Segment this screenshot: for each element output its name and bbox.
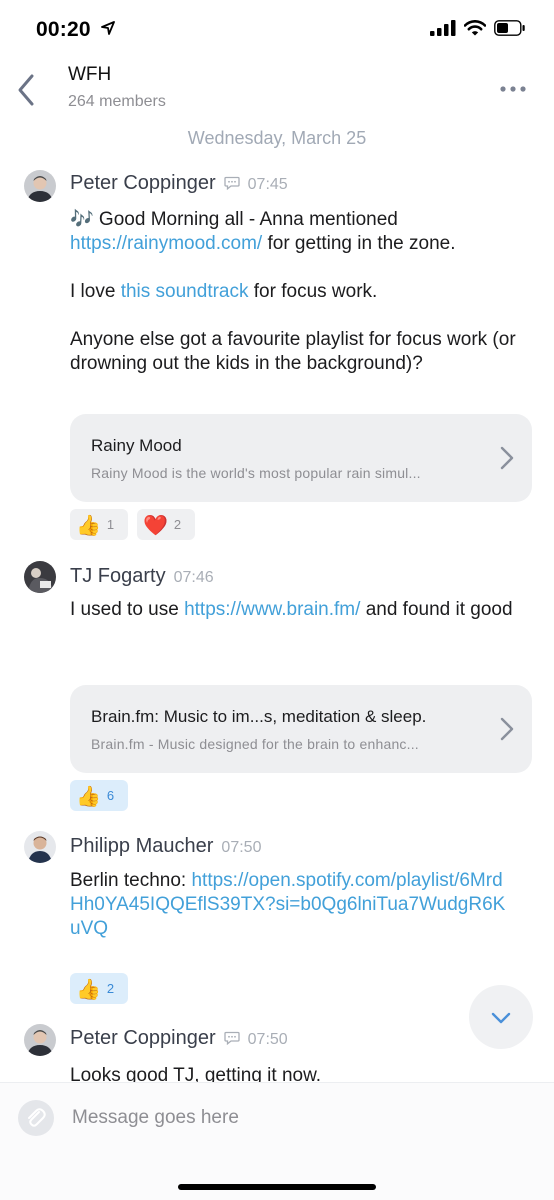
wifi-icon [464, 20, 486, 36]
preview-description: Brain.fm - Music designed for the brain … [91, 736, 419, 752]
message-time: 07:46 [173, 569, 214, 586]
cellular-signal-icon [430, 20, 456, 36]
message-paragraph: I love this soundtrack for focus work. [70, 280, 540, 304]
message-time: 07:50 [221, 839, 262, 856]
thumbs-up-icon: 👍 [76, 976, 101, 1001]
link-preview-card[interactable]: Rainy Mood Rainy Mood is the world's mos… [70, 414, 532, 502]
message-composer [0, 1082, 554, 1200]
message-header: TJ Fogarty 07:46 [70, 565, 214, 588]
reactions-row: 👍 2 [70, 973, 128, 1004]
message-text: 🎶 Good Morning all - Anna mentioned http… [70, 208, 540, 376]
speech-bubble-icon [224, 1031, 240, 1045]
reaction-heart[interactable]: ❤️ 2 [137, 509, 195, 540]
author-name[interactable]: TJ Fogarty [70, 565, 166, 588]
text-fragment: I love [70, 281, 121, 302]
thumbs-up-icon: 👍 [76, 783, 101, 808]
avatar[interactable] [24, 831, 56, 863]
message-input[interactable] [72, 1101, 512, 1135]
avatar[interactable] [24, 170, 56, 202]
chevron-right-icon [500, 446, 514, 470]
battery-icon [494, 20, 525, 36]
message-header: Peter Coppinger 07:45 [70, 172, 288, 195]
chat-header: WFH 264 members [0, 58, 554, 122]
member-count[interactable]: 264 members [68, 93, 166, 111]
message-paragraph: 🎶 Good Morning all - Anna mentioned http… [70, 208, 540, 256]
preview-title: Rainy Mood [91, 436, 182, 455]
group-title[interactable]: WFH [68, 64, 111, 86]
text-fragment: for getting in the zone. [262, 233, 456, 254]
reaction-count: 1 [106, 517, 115, 532]
author-name[interactable]: Philipp Maucher [70, 835, 213, 858]
reaction-thumbs-up[interactable]: 👍 6 [70, 780, 128, 811]
navigation-arrow-icon [101, 21, 115, 35]
author-name[interactable]: Peter Coppinger [70, 1027, 216, 1050]
reaction-thumbs-up[interactable]: 👍 1 [70, 509, 128, 540]
status-bar: 00:20 [0, 0, 554, 58]
home-indicator [178, 1184, 376, 1190]
chevron-down-icon [491, 1012, 511, 1024]
chevron-right-icon [500, 717, 514, 741]
avatar[interactable] [24, 561, 56, 593]
message-paragraph: I used to use https://www.brain.fm/ and … [70, 598, 540, 622]
more-dots-icon[interactable] [498, 80, 528, 98]
text-fragment: for focus work. [248, 281, 378, 302]
message-time: 07:45 [247, 176, 288, 193]
message-header: Philipp Maucher 07:50 [70, 835, 261, 858]
paperclip-icon [28, 1108, 46, 1127]
reaction-count: 2 [173, 517, 182, 532]
preview-description: Rainy Mood is the world's most popular r… [91, 465, 421, 481]
author-name[interactable]: Peter Coppinger [70, 172, 216, 195]
brainfm-link[interactable]: https://www.brain.fm/ [184, 599, 360, 620]
scroll-to-bottom-button[interactable] [469, 985, 533, 1049]
status-icons [430, 20, 526, 36]
avatar[interactable] [24, 1024, 56, 1056]
reaction-count: 6 [106, 788, 115, 803]
message-time: 07:50 [247, 1031, 288, 1048]
reaction-count: 2 [106, 981, 115, 996]
thumbs-up-icon: 👍 [76, 512, 101, 537]
reactions-row: 👍 1 ❤️ 2 [70, 509, 195, 540]
reactions-row: 👍 6 [70, 780, 128, 811]
attach-button[interactable] [18, 1100, 54, 1136]
message-header: Peter Coppinger 07:50 [70, 1027, 288, 1050]
status-time: 00:20 [36, 18, 91, 41]
text-fragment: 🎶 Good Morning all - Anna mentioned [70, 209, 398, 230]
text-fragment: Berlin techno: [70, 870, 192, 891]
message-paragraph: Anyone else got a favourite playlist for… [70, 329, 516, 374]
text-fragment: I used to use [70, 599, 185, 620]
chevron-left-icon[interactable] [14, 72, 40, 108]
link-preview-card[interactable]: Brain.fm: Music to im...s, meditation & … [70, 685, 532, 773]
text-fragment: and found it good [360, 599, 513, 620]
message-text: I used to use https://www.brain.fm/ and … [70, 598, 540, 622]
rainymood-link[interactable]: https://rainymood.com/ [70, 233, 262, 254]
reaction-thumbs-up[interactable]: 👍 2 [70, 973, 128, 1004]
preview-title: Brain.fm: Music to im...s, meditation & … [91, 707, 427, 726]
speech-bubble-icon [224, 176, 240, 190]
message-text: Berlin techno: https://open.spotify.com/… [70, 869, 515, 941]
heart-icon: ❤️ [143, 512, 168, 537]
message-paragraph: Berlin techno: https://open.spotify.com/… [70, 869, 515, 941]
date-separator: Wednesday, March 25 [187, 128, 367, 148]
soundtrack-link[interactable]: this soundtrack [121, 281, 249, 302]
